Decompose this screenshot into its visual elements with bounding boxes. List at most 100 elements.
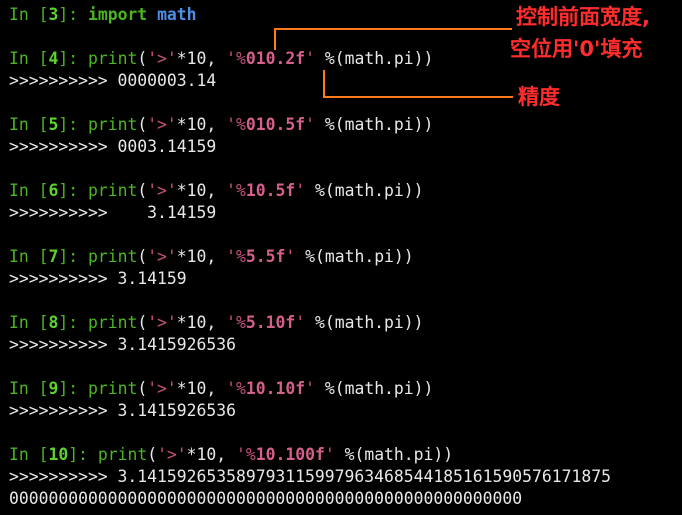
prompt-close: ]: [58, 247, 88, 266]
prompt-number: 6 [48, 181, 59, 200]
width-annotation-leader-horizontal [274, 28, 512, 30]
precision-annotation-leader-vertical [323, 70, 325, 98]
format-string-end: ' [295, 181, 306, 200]
input-line-3: In [3]: import math [9, 4, 197, 26]
prompt-number: 7 [48, 247, 59, 266]
format-string-end: ' [295, 313, 306, 332]
paren: ( [137, 247, 148, 266]
output-line-6: >>>>>>>>>> 3.14159 [9, 203, 217, 222]
prompt-label: In [ [9, 115, 49, 134]
print-function: print [87, 247, 138, 266]
format-string-start: '% [226, 115, 246, 134]
output-line-7: >>>>>>>>>> 3.14159 [9, 269, 187, 288]
prompt-number: 9 [48, 379, 59, 398]
format-string-start: '% [226, 379, 246, 398]
format-string-start: '% [226, 247, 246, 266]
code-text: *10, [176, 49, 227, 68]
code-text: *10, [176, 379, 227, 398]
code-text: %(math.pi)) [334, 445, 454, 464]
print-function: print [87, 313, 138, 332]
code-text: %(math.pi)) [305, 181, 424, 200]
string-literal: '>' [147, 49, 177, 68]
format-string-start: '% [236, 445, 256, 464]
format-spec: 5.10f [245, 313, 296, 332]
prompt-label: In [ [9, 313, 49, 332]
paren: ( [137, 313, 148, 332]
string-literal: '>' [157, 445, 187, 464]
output-line-9: >>>>>>>>>> 3.1415926536 [9, 401, 236, 420]
print-function: print [87, 115, 138, 134]
width-annotation-text-line1: 控制前面宽度, [516, 5, 650, 29]
input-line-8: In [8]: print('>'*10, '%5.10f' %(math.pi… [9, 312, 424, 334]
format-string-start: '% [226, 49, 246, 68]
prompt-close: ]: [58, 115, 88, 134]
code-text: *10, [176, 181, 227, 200]
prompt-label: In [ [9, 379, 49, 398]
terminal-window[interactable]: In [3]: import math In [4]: print('>'*10… [0, 0, 682, 515]
print-function: print [87, 379, 138, 398]
code-text: *10, [176, 313, 227, 332]
format-string-end: ' [305, 115, 315, 134]
code-text: %(math.pi)) [314, 115, 434, 134]
print-function: print [97, 445, 148, 464]
format-string-start: '% [226, 313, 246, 332]
prompt-number: 3 [48, 5, 59, 24]
string-literal: '>' [147, 247, 177, 266]
format-spec: 5.5f [245, 247, 286, 266]
width-annotation-leader-vertical [274, 28, 276, 50]
code-text: *10, [186, 445, 237, 464]
format-spec: 010.5f [245, 115, 306, 134]
prompt-close: ]: [58, 49, 88, 68]
paren: ( [137, 49, 148, 68]
prompt-close: ]: [58, 181, 88, 200]
prompt-number: 5 [48, 115, 59, 134]
code-text: %(math.pi)) [314, 49, 434, 68]
prompt-close: ]: [58, 379, 88, 398]
format-string-end: ' [324, 445, 335, 464]
output-line-5: >>>>>>>>>> 0003.14159 [9, 137, 217, 156]
import-keyword: import [87, 5, 148, 24]
prompt-close: ]: [68, 445, 98, 464]
paren: ( [137, 379, 148, 398]
string-literal: '>' [147, 115, 177, 134]
output-line-8: >>>>>>>>>> 3.1415926536 [9, 335, 236, 354]
print-function: print [87, 181, 138, 200]
format-string-end: ' [305, 49, 315, 68]
input-line-4: In [4]: print('>'*10, '%010.2f' %(math.p… [9, 48, 433, 70]
prompt-label: In [ [9, 181, 49, 200]
precision-annotation-text: 精度 [518, 85, 560, 109]
paren: ( [137, 115, 148, 134]
input-line-10: In [10]: print('>'*10, '%10.100f' %(math… [9, 444, 453, 466]
input-line-6: In [6]: print('>'*10, '%10.5f' %(math.pi… [9, 180, 424, 202]
input-line-7: In [7]: print('>'*10, '%5.5f' %(math.pi)… [9, 246, 414, 268]
prompt-number: 10 [48, 445, 69, 464]
format-string-end: ' [285, 247, 296, 266]
output-line-10: >>>>>>>>>> 3.141592653589793115997963468… [9, 467, 611, 486]
precision-annotation-leader-horizontal [323, 96, 513, 98]
string-literal: '>' [147, 313, 177, 332]
output-line-4: >>>>>>>>>> 0000003.14 [9, 71, 217, 90]
format-spec: 10.10f [245, 379, 306, 398]
module-name: math [157, 5, 197, 24]
prompt-number: 8 [48, 313, 59, 332]
paren: ( [137, 181, 148, 200]
string-literal: '>' [147, 181, 177, 200]
width-annotation-text-line2: 空位用'0'填充 [510, 37, 643, 61]
input-line-5: In [5]: print('>'*10, '%010.5f' %(math.p… [9, 114, 433, 136]
print-function: print [87, 49, 138, 68]
code-text: *10, [176, 115, 227, 134]
output-line-10-continued: 0000000000000000000000000000000000000000… [9, 489, 523, 508]
code-text: *10, [176, 247, 227, 266]
code-text: %(math.pi)) [314, 379, 434, 398]
prompt-number: 4 [48, 49, 59, 68]
code-text: %(math.pi)) [295, 247, 414, 266]
prompt-close: ]: [58, 5, 88, 24]
format-spec: 010.2f [245, 49, 306, 68]
prompt-label: In [ [9, 247, 49, 266]
string-literal: '>' [147, 379, 177, 398]
input-line-9: In [9]: print('>'*10, '%10.10f' %(math.p… [9, 378, 433, 400]
prompt-label: In [ [9, 5, 49, 24]
paren: ( [147, 445, 158, 464]
prompt-close: ]: [58, 313, 88, 332]
